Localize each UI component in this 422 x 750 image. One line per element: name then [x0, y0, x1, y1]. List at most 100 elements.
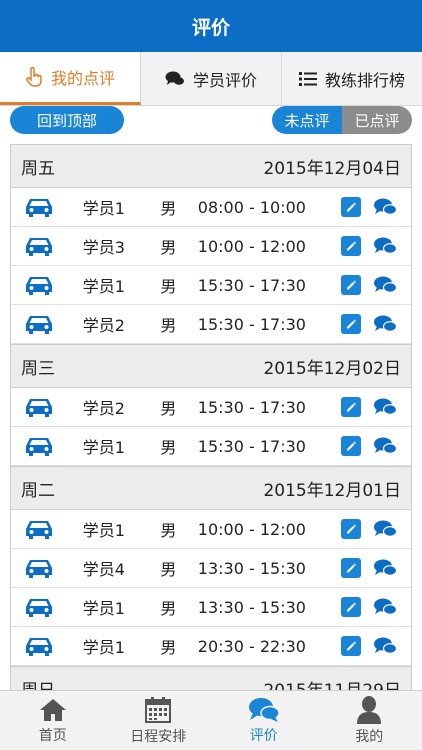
weekday-label: 周三	[21, 358, 55, 379]
nav-label: 我的	[355, 728, 384, 745]
car-icon	[26, 399, 52, 417]
lesson-row[interactable]: 学员1 男 13:30 - 15:30	[11, 588, 411, 627]
date-label: 2015年12月02日	[263, 358, 401, 379]
car-icon-wrap	[11, 196, 67, 218]
comment-icon[interactable]	[373, 437, 397, 455]
row-actions	[314, 275, 411, 295]
student-gender: 男	[160, 438, 177, 457]
pencil-icon	[345, 440, 357, 452]
edit-review-button[interactable]	[341, 597, 361, 617]
tab-bar: 我的点评 学员评价 教练排行榜	[0, 52, 422, 106]
car-icon	[26, 277, 52, 295]
student-gender: 男	[160, 521, 177, 540]
student-name: 学员4	[82, 560, 125, 579]
nav-reviews[interactable]: 评价	[211, 691, 317, 750]
comments-icon	[165, 71, 184, 85]
edit-review-button[interactable]	[341, 397, 361, 417]
row-actions	[314, 197, 411, 217]
lesson-time: 15:30 - 17:30	[197, 436, 306, 456]
lesson-row[interactable]: 学员1 男 15:30 - 17:30	[11, 427, 411, 466]
car-icon	[26, 438, 52, 456]
nav-label: 评价	[249, 727, 278, 744]
lesson-time: 15:30 - 17:30	[197, 314, 306, 334]
lesson-row[interactable]: 学员1 男 20:30 - 22:30	[11, 627, 411, 666]
tab-coach-ranking[interactable]: 教练排行榜	[282, 52, 422, 105]
pencil-icon	[345, 201, 357, 213]
lesson-time: 10:00 - 12:00	[197, 519, 306, 539]
tab-my-reviews[interactable]: 我的点评	[0, 52, 141, 105]
pencil-icon	[345, 279, 357, 291]
lesson-row[interactable]: 学员4 男 13:30 - 15:30	[11, 549, 411, 588]
nav-profile[interactable]: 我的	[317, 691, 422, 750]
list-icon	[298, 71, 317, 86]
comment-icon[interactable]	[373, 276, 397, 294]
edit-review-button[interactable]	[341, 436, 361, 456]
tab-student-reviews[interactable]: 学员评价	[141, 52, 282, 105]
student-gender: 男	[160, 599, 177, 618]
car-icon	[26, 521, 52, 539]
student-gender: 男	[160, 199, 177, 218]
car-icon	[26, 316, 52, 334]
student-name: 学员1	[82, 521, 125, 540]
lesson-row[interactable]: 学员3 男 10:00 - 12:00	[11, 227, 411, 266]
row-actions	[314, 519, 411, 539]
row-actions	[314, 314, 411, 334]
filter-reviewed-button[interactable]: 已点评	[342, 106, 412, 134]
pencil-icon	[345, 601, 357, 613]
comment-icon[interactable]	[373, 398, 397, 416]
edit-review-button[interactable]	[341, 275, 361, 295]
student-name: 学员1	[82, 599, 125, 618]
day-header: 周五 2015年12月04日	[11, 144, 411, 188]
car-icon-wrap	[11, 274, 67, 296]
lesson-row[interactable]: 学员1 男 10:00 - 12:00	[11, 510, 411, 549]
day-header: 周日 2015年11月29日	[11, 666, 411, 690]
schedule-list[interactable]: 周五 2015年12月04日 学员1 男 08:00 - 10:00 学员3 男 10:00 …	[10, 144, 412, 690]
edit-review-button[interactable]	[341, 236, 361, 256]
comment-icon[interactable]	[373, 637, 397, 655]
day-header: 周二 2015年12月01日	[11, 466, 411, 510]
student-name: 学员1	[82, 277, 125, 296]
nav-home[interactable]: 首页	[0, 691, 106, 750]
student-name: 学员3	[82, 238, 125, 257]
edit-review-button[interactable]	[341, 519, 361, 539]
weekday-label: 周日	[21, 676, 55, 691]
lesson-row[interactable]: 学员1 男 08:00 - 10:00	[11, 188, 411, 227]
comment-icon[interactable]	[373, 598, 397, 616]
lesson-row[interactable]: 学员2 男 15:30 - 17:30	[11, 388, 411, 427]
car-icon	[26, 599, 52, 617]
student-gender: 男	[160, 399, 177, 418]
nav-label: 首页	[38, 727, 67, 744]
comment-icon[interactable]	[373, 237, 397, 255]
row-actions	[314, 597, 411, 617]
home-icon	[39, 698, 66, 721]
edit-review-button[interactable]	[341, 197, 361, 217]
comment-icon[interactable]	[373, 520, 397, 538]
lesson-time: 15:30 - 17:30	[197, 397, 306, 417]
lesson-row[interactable]: 学员1 男 15:30 - 17:30	[11, 266, 411, 305]
edit-review-button[interactable]	[341, 558, 361, 578]
nav-schedule[interactable]: 日程安排	[106, 691, 212, 750]
app-header: 评价	[0, 0, 422, 52]
car-icon	[26, 638, 52, 656]
pencil-icon	[345, 318, 357, 330]
row-actions	[314, 397, 411, 417]
filter-unreviewed-button[interactable]: 未点评	[272, 106, 342, 134]
row-actions	[314, 236, 411, 256]
tab-label: 教练排行榜	[324, 70, 405, 90]
date-label: 2015年12月01日	[263, 480, 401, 501]
student-gender: 男	[160, 560, 177, 579]
student-gender: 男	[160, 238, 177, 257]
comments-icon	[248, 697, 280, 722]
lesson-row[interactable]: 学员2 男 15:30 - 17:30	[11, 305, 411, 344]
back-to-top-button[interactable]: 回到顶部	[10, 106, 124, 134]
comment-icon[interactable]	[373, 315, 397, 333]
edit-review-button[interactable]	[341, 636, 361, 656]
car-icon-wrap	[11, 435, 67, 457]
comment-icon[interactable]	[373, 198, 397, 216]
comment-icon[interactable]	[373, 559, 397, 577]
toolbar: 回到顶部 未点评 已点评	[0, 106, 422, 144]
edit-review-button[interactable]	[341, 314, 361, 334]
pencil-icon	[345, 401, 357, 413]
row-actions	[314, 636, 411, 656]
date-label: 2015年11月29日	[263, 676, 401, 691]
